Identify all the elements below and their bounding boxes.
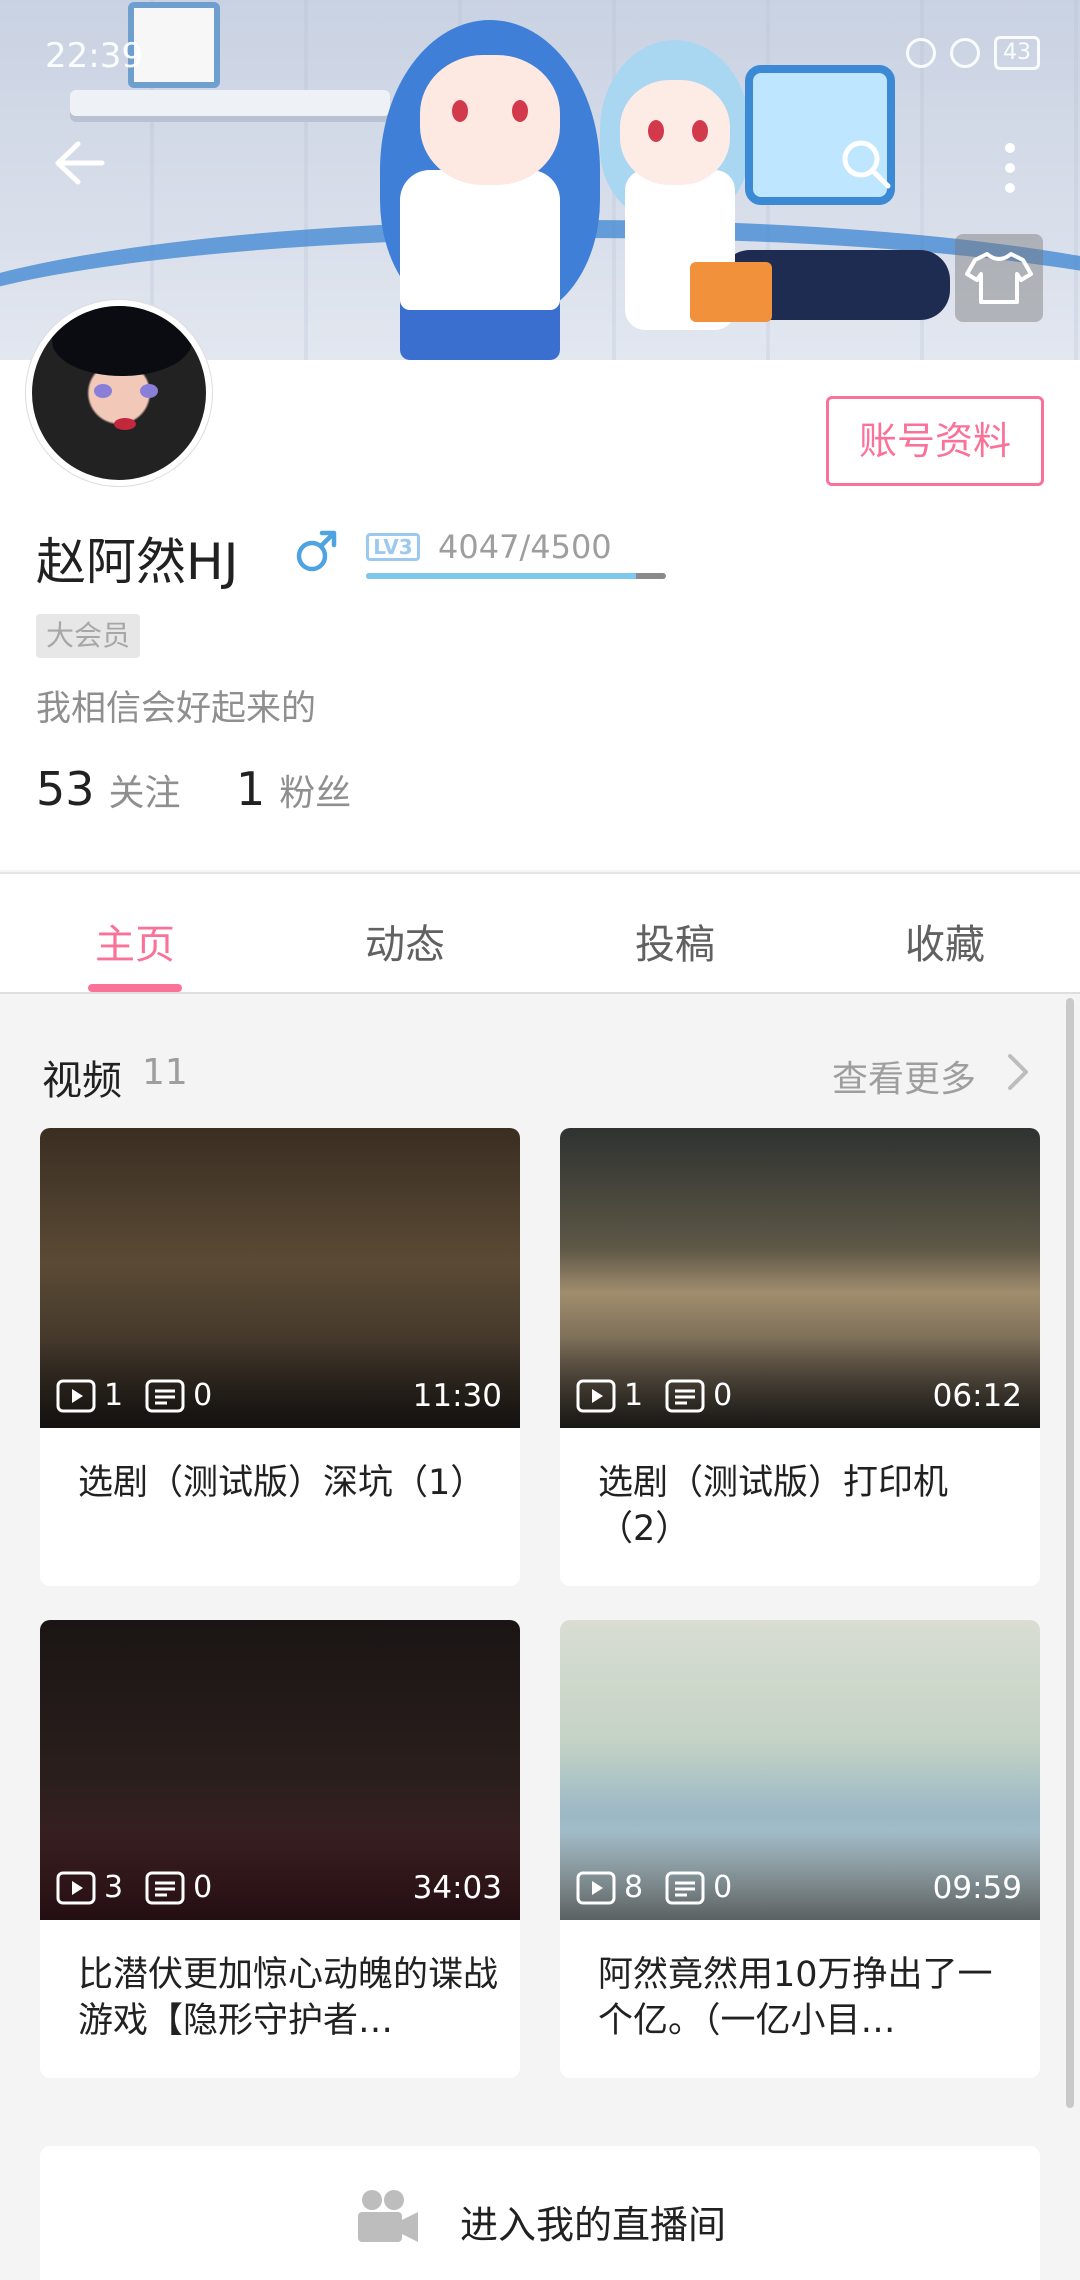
followers-label: 粉丝 [279,773,352,814]
video-duration: 11:30 [412,1378,502,1414]
avatar[interactable] [26,300,212,486]
following-count: 53 [36,762,95,816]
avatar-hair [52,306,192,376]
video-camera-icon [358,2190,418,2242]
comment-count: 0 [193,1378,213,1413]
video-meta: 8 0 [576,1870,732,1905]
tab-dynamics[interactable]: 动态 [270,912,540,970]
lock-icon [906,38,936,68]
banner-character-body [400,170,560,360]
exp-text: 4047/4500 [438,528,612,566]
following-label: 关注 [108,773,181,814]
play-count: 3 [104,1870,124,1905]
play-count: 1 [624,1378,644,1413]
search-button[interactable] [836,134,896,194]
live-room-label: 进入我的直播间 [460,2203,727,2247]
status-icons: 43 [906,36,1040,70]
videos-count: 11 [142,1052,188,1093]
dress-up-button[interactable] [955,234,1043,322]
followers-count: 1 [236,762,266,816]
exp-progress-fill [366,573,636,579]
play-count-icon [576,1379,616,1412]
following-stat[interactable]: 53 关注 [36,762,181,816]
avatar-eye [94,384,112,398]
comment-count: 0 [193,1870,213,1905]
battery-icon: 43 [994,36,1040,70]
more-button[interactable] [995,138,1025,198]
video-title: 阿然竟然用10万挣出了一个亿。（一亿小目… [598,1955,993,2041]
banner-eye [648,120,664,142]
username: 赵阿然HJ [36,533,239,591]
play-count-icon [576,1871,616,1904]
account-info-button[interactable]: 账号资料 [826,396,1044,486]
comment-count-icon [665,1871,705,1904]
play-count-icon [56,1379,96,1412]
signature: 我相信会好起来的 [36,689,317,729]
shirt-icon [965,252,1033,304]
more-vertical-icon [1005,143,1015,193]
video-meta: 3 0 [56,1870,212,1905]
tab-favorites[interactable]: 收藏 [810,912,1080,970]
scrollbar[interactable] [1066,998,1074,2108]
tab-indicator [88,984,182,992]
banner-chips [690,262,772,322]
arrow-left-icon [55,141,105,185]
play-count: 8 [624,1870,644,1905]
see-more-link[interactable]: 查看更多 [832,1050,976,1102]
play-count-icon [56,1871,96,1904]
video-title: 选剧（测试版）深坑（1） [78,1463,486,1503]
video-duration: 09:59 [932,1870,1022,1906]
tab-home[interactable]: 主页 [0,912,270,970]
level-badge: LV3 [366,533,420,561]
male-icon [292,522,342,578]
status-bar: 22:39 43 [0,0,1080,110]
video-meta: 1 0 [56,1378,212,1413]
videos-section-title: 视频 [42,1058,122,1104]
chevron-right-icon[interactable] [1000,1050,1036,1094]
tab-submissions[interactable]: 投稿 [540,912,810,970]
video-card[interactable]: 8 0 09:59 阿然竟然用10万挣出了一个亿。（一亿小目… [560,1620,1040,2078]
video-duration: 06:12 [932,1378,1022,1414]
avatar-mouth [114,418,136,430]
alarm-icon [950,38,980,68]
banner-eye [692,120,708,142]
avatar-eye [140,384,158,398]
followers-stat[interactable]: 1 粉丝 [236,762,351,816]
live-room-button[interactable]: 进入我的直播间 [40,2146,1040,2280]
video-title: 选剧（测试版）打印机（2） [598,1463,949,1549]
back-button[interactable] [52,138,112,188]
video-meta: 1 0 [576,1378,732,1413]
video-duration: 34:03 [412,1870,502,1906]
profile-tabs: 主页 动态 投稿 收藏 [0,872,1080,994]
search-icon [842,140,891,189]
exp-progress-bar [366,573,666,579]
video-card[interactable]: 1 0 11:30 选剧（测试版）深坑（1） [40,1128,520,1586]
comment-count: 0 [713,1378,733,1413]
video-title: 比潜伏更加惊心动魄的谍战游戏【隐形守护者… [78,1955,499,2041]
vip-tag: 大会员 [36,614,140,658]
video-card[interactable]: 1 0 06:12 选剧（测试版）打印机（2） [560,1128,1040,1586]
comment-count: 0 [713,1870,733,1905]
comment-count-icon [145,1871,185,1904]
comment-count-icon [665,1379,705,1412]
video-card[interactable]: 3 0 34:03 比潜伏更加惊心动魄的谍战游戏【隐形守护者… [40,1620,520,2078]
comment-count-icon [145,1379,185,1412]
play-count: 1 [104,1378,124,1413]
status-time: 22:39 [45,36,143,76]
